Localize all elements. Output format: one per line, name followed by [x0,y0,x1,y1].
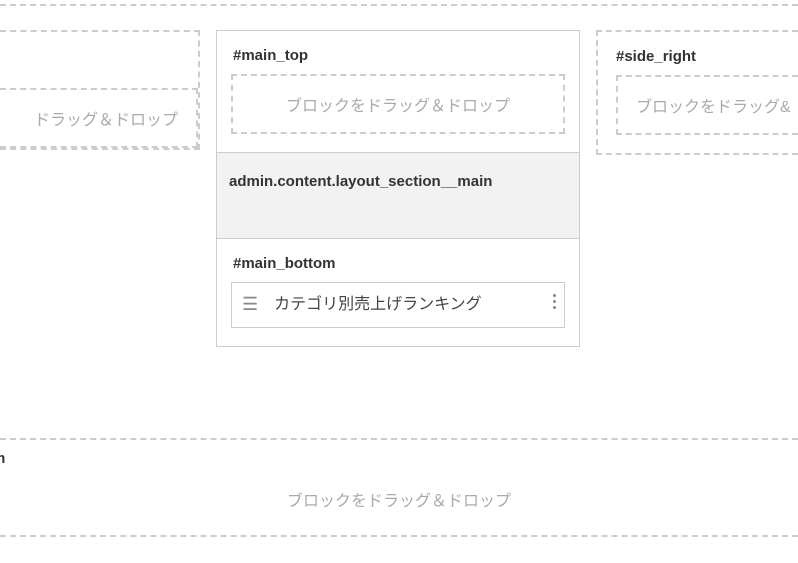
side-right-box: #side_right ブロックをドラッグ& [596,30,798,155]
more-menu-icon[interactable] [553,291,556,312]
top-boundary [0,4,798,6]
main-section-label: admin.content.layout_section__main [217,153,579,238]
side-right-dropzone[interactable]: ブロックをドラッグ& [616,75,798,135]
block-item-title: カテゴリ別売上げランキング [274,293,554,317]
side-left-dropzone[interactable]: ドラッグ＆ドロップ [0,88,198,148]
main-top-dropzone[interactable]: ブロックをドラッグ＆ドロップ [231,74,565,134]
block-item[interactable]: ☰ カテゴリ別売上げランキング [231,282,565,328]
side-right-label: #side_right [598,32,798,75]
side-left-dropzone-text: ドラッグ＆ドロップ [34,112,178,129]
bottom-dropzone-text: ブロックをドラッグ＆ドロップ [287,493,511,510]
side-left-box: ドラッグ＆ドロップ [0,30,200,150]
side-right-column: #side_right ブロックをドラッグ& [596,30,798,346]
main-top-section: #main_top ブロックをドラッグ＆ドロップ [216,30,580,153]
main-column: #main_top ブロックをドラッグ＆ドロップ admin.content.l… [216,30,580,346]
main-section: admin.content.layout_section__main [216,152,580,239]
main-bottom-section: #main_bottom ☰ カテゴリ別売上げランキング [216,238,580,347]
main-bottom-label: #main_bottom [217,239,579,282]
bottom-section: m ブロックをドラッグ＆ドロップ [0,438,798,537]
main-top-label: #main_top [217,31,579,74]
side-left-column: ドラッグ＆ドロップ [0,30,200,346]
bottom-label: m [0,440,798,467]
side-right-dropzone-text: ブロックをドラッグ& [636,99,791,116]
bottom-dropzone[interactable]: ブロックをドラッグ＆ドロップ [0,467,798,535]
drag-handle-icon[interactable]: ☰ [242,295,258,313]
columns-row: ドラッグ＆ドロップ #main_top ブロックをドラッグ＆ドロップ admin… [0,30,798,346]
main-top-dropzone-text: ブロックをドラッグ＆ドロップ [286,98,510,115]
